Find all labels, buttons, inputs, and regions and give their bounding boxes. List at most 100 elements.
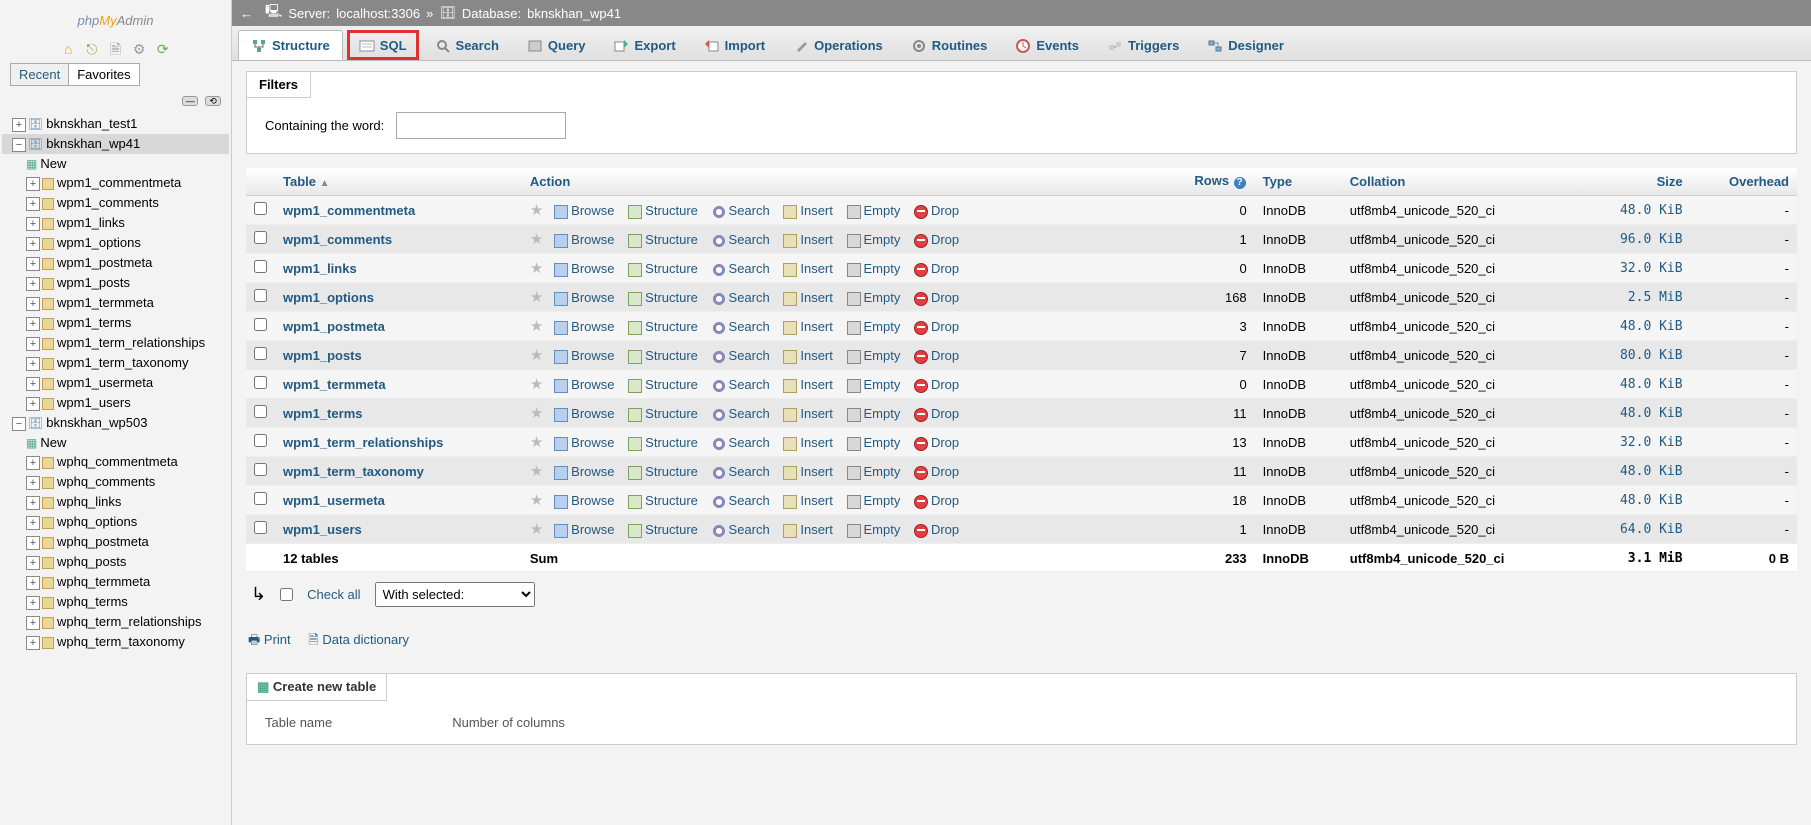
structure-link[interactable]: Structure (628, 290, 698, 305)
row-checkbox[interactable] (254, 289, 267, 302)
browse-link[interactable]: Browse (554, 406, 614, 421)
table-node[interactable]: +wpm1_termmeta (2, 293, 229, 313)
table-node[interactable]: +wphq_term_relationships (2, 612, 229, 632)
empty-link[interactable]: Empty (847, 290, 901, 305)
data-dictionary-link[interactable]: 🗎 Data dictionary (308, 632, 409, 647)
row-checkbox[interactable] (254, 260, 267, 273)
link-icon[interactable]: ⟲ (205, 96, 221, 106)
search-link[interactable]: Search (712, 522, 770, 537)
empty-link[interactable]: Empty (847, 522, 901, 537)
insert-link[interactable]: Insert (783, 406, 833, 421)
empty-link[interactable]: Empty (847, 348, 901, 363)
drop-link[interactable]: Drop (914, 348, 959, 363)
browse-link[interactable]: Browse (554, 435, 614, 450)
row-checkbox[interactable] (254, 318, 267, 331)
tab-operations[interactable]: Operations (781, 30, 895, 60)
expander-icon[interactable]: + (26, 197, 40, 211)
tab-triggers[interactable]: Triggers (1095, 30, 1191, 60)
tab-export[interactable]: Export (601, 30, 687, 60)
insert-link[interactable]: Insert (783, 435, 833, 450)
insert-link[interactable]: Insert (783, 203, 833, 218)
row-checkbox[interactable] (254, 231, 267, 244)
table-name-link[interactable]: wpm1_posts (283, 348, 362, 363)
table-name-link[interactable]: wpm1_comments (283, 232, 392, 247)
row-checkbox[interactable] (254, 376, 267, 389)
structure-link[interactable]: Structure (628, 377, 698, 392)
empty-link[interactable]: Empty (847, 261, 901, 276)
drop-link[interactable]: Drop (914, 203, 959, 218)
drop-link[interactable]: Drop (914, 290, 959, 305)
docs-icon[interactable]: 🗎 (108, 39, 124, 55)
expander-icon[interactable]: + (26, 297, 40, 311)
table-node[interactable]: +wphq_termmeta (2, 572, 229, 592)
browse-link[interactable]: Browse (554, 348, 614, 363)
expander-icon[interactable]: + (26, 337, 40, 351)
tab-query[interactable]: Query (515, 30, 598, 60)
tab-import[interactable]: Import (692, 30, 777, 60)
favorite-star-icon[interactable]: ★ (530, 202, 543, 219)
expander-icon[interactable]: − (12, 417, 26, 431)
database-name[interactable]: bknskhan_wp41 (527, 6, 621, 21)
search-link[interactable]: Search (712, 435, 770, 450)
drop-link[interactable]: Drop (914, 406, 959, 421)
tab-search[interactable]: Search (423, 30, 511, 60)
drop-link[interactable]: Drop (914, 319, 959, 334)
col-overhead[interactable]: Overhead (1691, 168, 1797, 196)
col-size[interactable]: Size (1581, 168, 1691, 196)
insert-link[interactable]: Insert (783, 522, 833, 537)
insert-link[interactable]: Insert (783, 464, 833, 479)
expander-icon[interactable]: + (26, 536, 40, 550)
tab-designer[interactable]: Designer (1195, 30, 1296, 60)
back-arrow-icon[interactable]: ← (240, 6, 253, 21)
search-link[interactable]: Search (712, 348, 770, 363)
table-node[interactable]: +wphq_term_taxonomy (2, 632, 229, 652)
table-name-link[interactable]: wpm1_commentmeta (283, 203, 415, 218)
structure-link[interactable]: Structure (628, 232, 698, 247)
drop-link[interactable]: Drop (914, 232, 959, 247)
table-node[interactable]: +wpm1_comments (2, 193, 229, 213)
browse-link[interactable]: Browse (554, 377, 614, 392)
table-node[interactable]: +wpm1_term_relationships (2, 333, 229, 353)
tab-routines[interactable]: Routines (899, 30, 1000, 60)
search-link[interactable]: Search (712, 203, 770, 218)
favorite-star-icon[interactable]: ★ (530, 492, 543, 509)
table-node[interactable]: +wpm1_term_taxonomy (2, 353, 229, 373)
table-node[interactable]: +wphq_commentmeta (2, 452, 229, 472)
expander-icon[interactable]: + (26, 357, 40, 371)
drop-link[interactable]: Drop (914, 435, 959, 450)
favorite-star-icon[interactable]: ★ (530, 231, 543, 248)
expander-icon[interactable]: − (12, 138, 26, 152)
structure-link[interactable]: Structure (628, 435, 698, 450)
db-node[interactable]: −🗄bknskhan_wp41 (2, 134, 229, 154)
search-link[interactable]: Search (712, 319, 770, 334)
favorite-star-icon[interactable]: ★ (530, 318, 543, 335)
drop-link[interactable]: Drop (914, 377, 959, 392)
expander-icon[interactable]: + (26, 277, 40, 291)
expander-icon[interactable]: + (26, 397, 40, 411)
table-name-link[interactable]: wpm1_usermeta (283, 493, 385, 508)
table-node[interactable]: +wpm1_usermeta (2, 373, 229, 393)
search-link[interactable]: Search (712, 464, 770, 479)
table-name-link[interactable]: wpm1_users (283, 522, 362, 537)
print-link[interactable]: 🖶 Print (248, 632, 291, 647)
new-table-node[interactable]: ▦New (2, 433, 229, 452)
browse-link[interactable]: Browse (554, 493, 614, 508)
expander-icon[interactable]: + (26, 556, 40, 570)
check-all-checkbox[interactable] (280, 588, 293, 601)
row-checkbox[interactable] (254, 521, 267, 534)
table-node[interactable]: +wphq_comments (2, 472, 229, 492)
filter-input[interactable] (396, 112, 566, 139)
expander-icon[interactable]: + (26, 576, 40, 590)
expander-icon[interactable]: + (26, 516, 40, 530)
browse-link[interactable]: Browse (554, 232, 614, 247)
table-node[interactable]: +wpm1_terms (2, 313, 229, 333)
check-all-label[interactable]: Check all (307, 587, 360, 602)
insert-link[interactable]: Insert (783, 232, 833, 247)
expander-icon[interactable]: + (26, 616, 40, 630)
structure-link[interactable]: Structure (628, 319, 698, 334)
row-checkbox[interactable] (254, 492, 267, 505)
logout-icon[interactable]: ⎋ (84, 41, 100, 57)
insert-link[interactable]: Insert (783, 348, 833, 363)
insert-link[interactable]: Insert (783, 493, 833, 508)
search-link[interactable]: Search (712, 261, 770, 276)
